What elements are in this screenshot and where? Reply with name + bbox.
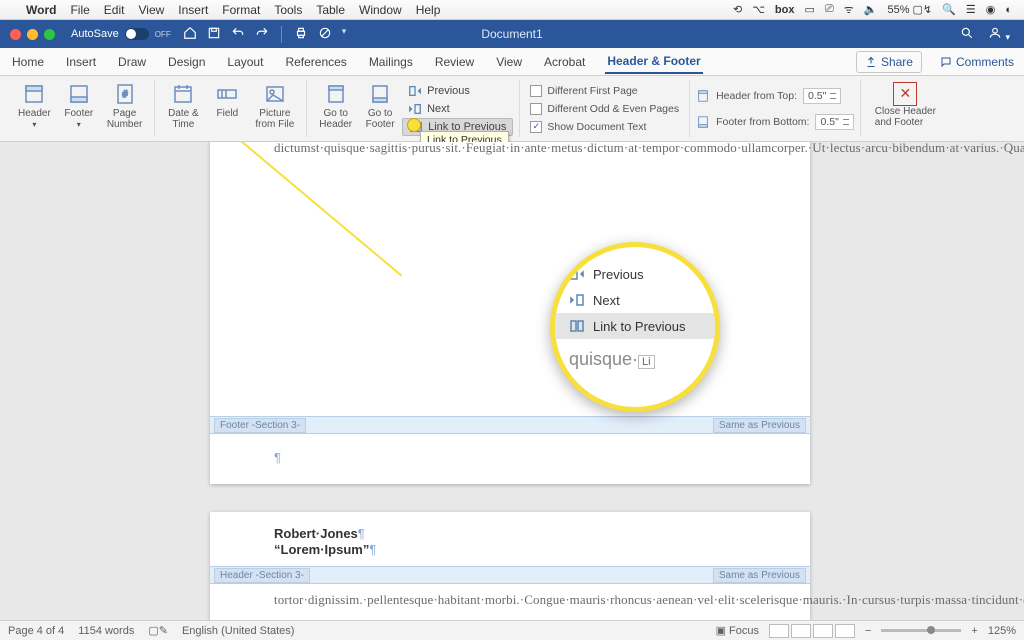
close-header-footer-button[interactable]: ✕Close Header and Footer [867,80,944,137]
body-text-1: dictumst·quisque·sagittis·purus·sit.·Feu… [210,142,810,158]
footer-from-bottom-field[interactable]: Footer from Bottom:0.5" [696,111,854,133]
menubar-airplay-icon[interactable]: ▭ [804,3,814,16]
next-button[interactable]: Next [402,100,513,118]
menubar-spotlight-icon[interactable]: 🔍 [942,3,956,16]
menubar-volume-icon[interactable]: 🔈 [864,3,878,16]
highlight-dot [407,118,421,132]
tab-mailings[interactable]: Mailings [367,51,415,73]
footer-content[interactable]: ¶ [210,436,345,474]
comments-button[interactable]: Comments [940,55,1014,69]
field-button[interactable]: Field [205,80,249,137]
footer-section-bar: Footer -Section 3-Same as Previous [210,416,810,434]
menubar-controlcenter-icon[interactable]: ☰ [966,3,976,16]
show-document-text-checkbox[interactable]: ✓Show Document Text [526,118,683,136]
previous-button[interactable]: Previous [402,82,513,100]
window-controls[interactable] [0,29,65,40]
menubar-bluetooth-icon[interactable]: ⌥ [752,3,765,16]
menu-file[interactable]: File [70,3,89,17]
qat-home-icon[interactable] [183,26,197,43]
svg-text:#: # [122,89,127,99]
ribbon-tabs: Home Insert Draw Design Layout Reference… [0,48,1024,76]
menubar-wifi-icon[interactable]: ᯤ [844,2,854,17]
different-odd-even-checkbox[interactable]: Different Odd & Even Pages [526,100,683,118]
share-button[interactable]: Share [856,51,922,73]
callout-previous: Previous [555,261,715,287]
menubar-user-icon[interactable]: ◉ [986,3,996,16]
document-title: Document1 [481,27,542,41]
status-focus[interactable]: ▣ Focus [716,624,759,637]
footer-button[interactable]: Footer▾ [57,80,101,137]
qat-redo-icon[interactable] [255,26,269,43]
page-upper: dictumst·quisque·sagittis·purus·sit.·Feu… [210,142,810,484]
menu-tools[interactable]: Tools [274,3,302,17]
menubar-display-icon[interactable]: ⎚ [825,3,834,16]
different-first-page-checkbox[interactable]: Different First Page [526,82,683,100]
callout-next: Next [555,287,715,313]
menubar-box[interactable]: box [775,4,795,16]
header-content[interactable]: Robert·Jones¶ “Lorem·Ipsum”¶ [210,512,810,566]
qat-customize[interactable]: ▾ [342,26,347,43]
date-time-button[interactable]: Date & Time [161,80,205,137]
goto-footer-button[interactable]: Go to Footer [358,80,402,137]
callout-snippet: quisque·Li [555,339,715,370]
tab-view[interactable]: View [494,51,524,73]
status-spellcheck-icon[interactable]: ▢✎ [148,624,168,637]
zoom-slider[interactable] [881,629,961,632]
menu-format[interactable]: Format [222,3,260,17]
titlebar-search-icon[interactable] [960,26,974,43]
status-words[interactable]: 1154 words [78,625,134,637]
menubar-battery[interactable]: 55% ▢↯ [887,3,932,16]
callout-magnifier: Previous Next Link to Previous quisque·L… [550,242,720,412]
tab-acrobat[interactable]: Acrobat [542,51,587,73]
tab-home[interactable]: Home [10,51,46,73]
status-bar: Page 4 of 4 1154 words ▢✎ English (Unite… [0,620,1024,640]
body-text-2a: tortor·dignissim.·pellentesque·habitant·… [210,584,810,610]
tab-design[interactable]: Design [166,51,207,73]
body-text-2b: Sed·libero·enim·sed·faucibus·turpis·in·e… [210,610,810,620]
view-buttons[interactable] [769,624,855,638]
ribbon: Header▾ Footer▾ #Page Number Date & Time… [0,76,1024,142]
qat-print-icon[interactable] [294,26,308,43]
qat-save-icon[interactable] [207,26,221,43]
tab-layout[interactable]: Layout [225,51,265,73]
picture-from-file-button[interactable]: Picture from File [249,80,300,137]
tab-references[interactable]: References [283,51,348,73]
titlebar-account-icon[interactable]: ▾ [988,26,1010,43]
menubar-siri-icon[interactable]: ◐ [1005,4,1012,16]
menu-insert[interactable]: Insert [178,3,208,17]
tab-header-footer[interactable]: Header & Footer [605,50,702,74]
header-section-bar: Header -Section 3-Same as Previous [210,566,810,584]
tab-insert[interactable]: Insert [64,51,98,73]
zoom-out[interactable]: − [865,625,871,637]
qat-undo-icon[interactable] [231,26,245,43]
tab-draw[interactable]: Draw [116,51,148,73]
mac-menubar: Word File Edit View Insert Format Tools … [0,0,1024,20]
qat-none-icon[interactable] [318,26,332,43]
header-button[interactable]: Header▾ [12,80,57,137]
menu-edit[interactable]: Edit [104,3,125,17]
status-page[interactable]: Page 4 of 4 [8,625,64,637]
menu-help[interactable]: Help [416,3,441,17]
header-from-top-field[interactable]: Header from Top:0.5" [696,85,854,107]
tab-review[interactable]: Review [433,51,476,73]
menubar-extra-icon[interactable]: ⟲ [733,3,742,16]
autosave-toggle[interactable]: AutoSave OFF [71,28,171,40]
menu-view[interactable]: View [138,3,164,17]
menu-table[interactable]: Table [316,3,345,17]
zoom-level[interactable]: 125% [988,625,1016,637]
goto-header-button[interactable]: Go to Header [313,80,358,137]
status-language[interactable]: English (United States) [182,625,295,637]
titlebar: AutoSave OFF ▾ Document1 ▾ [0,20,1024,48]
page-number-button[interactable]: #Page Number [101,80,149,137]
menu-window[interactable]: Window [359,3,402,17]
menu-app[interactable]: Word [26,3,56,17]
zoom-in[interactable]: + [971,625,977,637]
page-lower: Robert·Jones¶ “Lorem·Ipsum”¶ Header -Sec… [210,512,810,620]
document-area: dictumst·quisque·sagittis·purus·sit.·Feu… [0,142,1024,620]
callout-link-to-previous: Link to Previous [555,313,715,339]
